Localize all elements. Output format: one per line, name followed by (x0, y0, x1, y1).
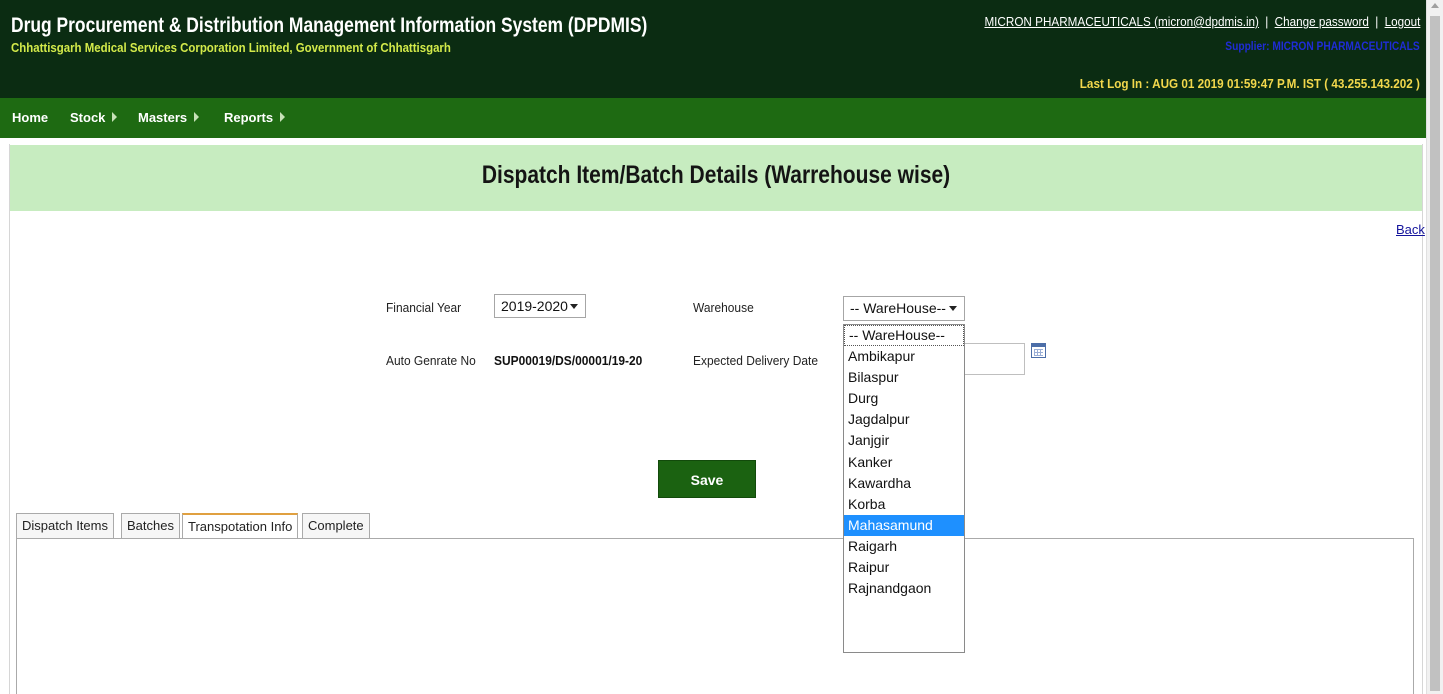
organization-subtitle: Chhattisgarh Medical Services Corporatio… (11, 40, 451, 55)
warehouse-option[interactable]: Jagdalpur (844, 409, 964, 430)
warehouse-dropdown-list: -- WareHouse-- Ambikapur Bilaspur Durg J… (843, 324, 965, 653)
nav-reports-label: Reports (224, 110, 274, 125)
submenu-arrow-icon (280, 112, 286, 122)
nav-masters-label: Masters (138, 110, 188, 125)
warehouse-option[interactable]: Ambikapur (844, 346, 964, 367)
scroll-up-icon[interactable] (1431, 3, 1439, 8)
tab-panel (16, 538, 1414, 694)
warehouse-option[interactable]: Durg (844, 388, 964, 409)
save-button[interactable]: Save (658, 460, 756, 498)
submenu-arrow-icon (194, 112, 200, 122)
submenu-arrow-icon (112, 112, 118, 122)
app-header: Drug Procurement & Distribution Manageme… (0, 0, 1426, 98)
warehouse-option[interactable]: Kawardha (844, 473, 964, 494)
tab-batches[interactable]: Batches (121, 513, 180, 539)
scroll-thumb[interactable] (1430, 16, 1440, 691)
nav-masters[interactable]: Masters (138, 110, 200, 125)
nav-home[interactable]: Home (12, 110, 48, 125)
warehouse-option[interactable]: Korba (844, 494, 964, 515)
tab-dispatch-items[interactable]: Dispatch Items (16, 513, 114, 539)
tab-complete[interactable]: Complete (302, 513, 370, 539)
financial-year-label: Financial Year (386, 300, 462, 315)
page-scrollbar[interactable] (1426, 0, 1443, 694)
warehouse-option[interactable]: Rajnandgaon (844, 578, 964, 599)
warehouse-option[interactable]: -- WareHouse-- (844, 325, 964, 347)
financial-year-select[interactable]: 2019-2020 (494, 294, 586, 318)
link-separator: | (1374, 14, 1378, 29)
warehouse-option[interactable]: Kanker (844, 452, 964, 473)
link-separator: | (1264, 14, 1268, 29)
warehouse-label: Warehouse (693, 300, 754, 315)
last-login-info: Last Log In : AUG 01 2019 01:59:47 P.M. … (1079, 76, 1420, 91)
nav-stock[interactable]: Stock (70, 110, 118, 125)
warehouse-option[interactable]: Raigarh (844, 536, 964, 557)
system-title: Drug Procurement & Distribution Manageme… (11, 14, 648, 37)
auto-number-value: SUP00019/DS/00001/19-20 (494, 353, 643, 368)
nav-reports[interactable]: Reports (224, 110, 286, 125)
chevron-down-icon (949, 306, 957, 311)
warehouse-select-value: -- WareHouse-- (850, 300, 946, 316)
calendar-icon[interactable] (1031, 343, 1046, 358)
chevron-down-icon (570, 304, 578, 309)
user-account-link[interactable]: MICRON PHARMACEUTICALS (micron@dpdmis.in… (984, 14, 1259, 29)
warehouse-option[interactable]: Raipur (844, 557, 964, 578)
warehouse-option[interactable]: Janjgir (844, 430, 964, 451)
supplier-label: Supplier: MICRON PHARMACEUTICALS (1225, 39, 1420, 53)
tab-transportation-info[interactable]: Transpotation Info (182, 513, 299, 540)
nav-stock-label: Stock (70, 110, 106, 125)
change-password-link[interactable]: Change password (1274, 14, 1368, 29)
warehouse-option-highlighted[interactable]: Mahasamund (844, 514, 964, 536)
page-banner: Dispatch Item/Batch Details (Warrehouse … (10, 145, 1422, 211)
nav-home-label: Home (12, 110, 49, 125)
financial-year-value: 2019-2020 (501, 298, 568, 314)
auto-number-label: Auto Genrate No (386, 353, 476, 368)
main-nav: Home Stock Masters Reports (0, 98, 1426, 138)
page-title: Dispatch Item/Batch Details (Warrehouse … (481, 161, 951, 189)
warehouse-select[interactable]: -- WareHouse-- (843, 296, 965, 321)
expected-delivery-label: Expected Delivery Date (693, 353, 818, 368)
back-link[interactable]: Back (1396, 222, 1425, 237)
account-links: MICRON PHARMACEUTICALS (micron@dpdmis.in… (984, 14, 1420, 29)
warehouse-option[interactable]: Bilaspur (844, 367, 964, 388)
logout-link[interactable]: Logout (1384, 14, 1420, 29)
